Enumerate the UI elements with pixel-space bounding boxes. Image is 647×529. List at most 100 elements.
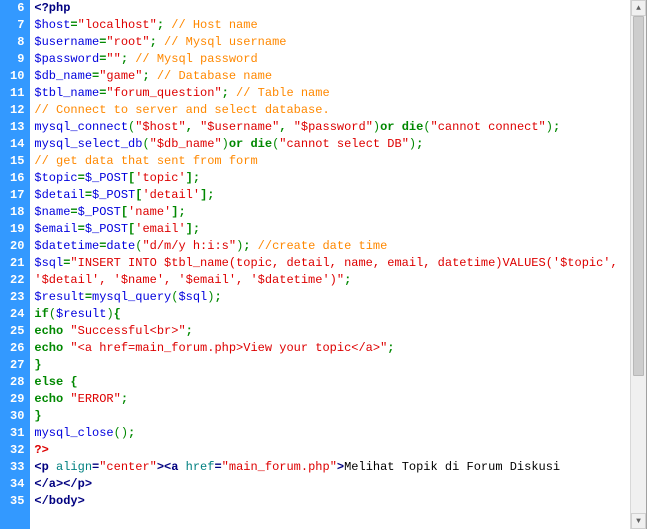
code-line[interactable]: echo "ERROR"; (34, 391, 630, 408)
line-number: 17 (10, 187, 24, 204)
token-var: $_POST (85, 222, 128, 236)
code-line[interactable]: $name=$_POST['name']; (34, 204, 630, 221)
code-line[interactable]: mysql_select_db("$db_name")or die("canno… (34, 136, 630, 153)
code-line[interactable]: </a></p> (34, 476, 630, 493)
line-number-gutter: 6789101112131415161718192021222324252627… (0, 0, 30, 529)
code-line[interactable]: $password=""; // Mysql password (34, 51, 630, 68)
token-str: "center" (99, 460, 157, 474)
token-op: = (85, 290, 92, 304)
token-semi: ; (178, 205, 185, 219)
code-line[interactable]: </body> (34, 493, 630, 510)
code-line[interactable]: ?> (34, 442, 630, 459)
line-number: 28 (10, 374, 24, 391)
token-semi: ; (186, 324, 193, 338)
code-line[interactable]: $result=mysql_query($sql); (34, 289, 630, 306)
token-semi: ; (222, 86, 229, 100)
line-number: 32 (10, 442, 24, 459)
token-attr: align (56, 460, 92, 474)
code-line[interactable]: $host="localhost"; // Host name (34, 17, 630, 34)
code-line[interactable]: mysql_close(); (34, 425, 630, 442)
token-str: "forum_question" (106, 86, 221, 100)
code-line[interactable]: // Connect to server and select database… (34, 102, 630, 119)
token-paren: ( (49, 307, 56, 321)
token-var: $db_name (34, 69, 92, 83)
token-str: "$username" (200, 120, 279, 134)
token-semi: ; (121, 392, 128, 406)
token-brack: ] (186, 222, 193, 236)
code-line[interactable]: // get data that sent from form (34, 153, 630, 170)
token-semi: ; (193, 222, 200, 236)
token-semi: ; (207, 188, 214, 202)
token-semi: ; (553, 120, 560, 134)
code-line[interactable]: echo "<a href=main_forum.php>View your t… (34, 340, 630, 357)
code-line[interactable]: $email=$_POST['email']; (34, 221, 630, 238)
token-kw: else (34, 375, 63, 389)
code-line[interactable]: <?php (34, 0, 630, 17)
line-number: 16 (10, 170, 24, 187)
token-str: "<a href=main_forum.php>View your topic<… (70, 341, 387, 355)
token-var: $username (34, 35, 99, 49)
code-line[interactable]: echo "Successful<br>"; (34, 323, 630, 340)
line-number: 33 (10, 459, 24, 476)
token-php: ?> (34, 443, 48, 457)
scroll-up-arrow-icon[interactable]: ▲ (631, 0, 646, 16)
code-line[interactable]: if($result){ (34, 306, 630, 323)
token-semi: ; (344, 273, 351, 287)
code-line[interactable]: $topic=$_POST['topic']; (34, 170, 630, 187)
token-semi: ; (214, 290, 221, 304)
scroll-thumb[interactable] (633, 16, 644, 376)
scroll-track[interactable] (631, 16, 646, 513)
token-op: = (70, 18, 77, 32)
token-fn: mysql_select_db (34, 137, 142, 151)
line-number: 25 (10, 323, 24, 340)
token-cmt: // Host name (171, 18, 257, 32)
token-var: $topic (34, 171, 77, 185)
token-str: "" (106, 52, 120, 66)
token-brack: [ (121, 205, 128, 219)
code-line[interactable]: } (34, 357, 630, 374)
token-text (286, 120, 293, 134)
code-line[interactable]: $db_name="game"; // Database name (34, 68, 630, 85)
scroll-down-arrow-icon[interactable]: ▼ (631, 513, 646, 529)
token-kw: die (250, 137, 272, 151)
line-number: 30 (10, 408, 24, 425)
vertical-scrollbar[interactable]: ▲ ▼ (630, 0, 646, 529)
token-semi: ; (128, 426, 135, 440)
code-line[interactable]: $username="root"; // Mysql username (34, 34, 630, 51)
line-number: 9 (10, 51, 24, 68)
code-line[interactable]: } (34, 408, 630, 425)
code-line[interactable]: $tbl_name="forum_question"; // Table nam… (34, 85, 630, 102)
code-line[interactable]: <p align="center"><a href="main_forum.ph… (34, 459, 630, 476)
token-tag: = (214, 460, 221, 474)
code-line[interactable]: $detail=$_POST['detail']; (34, 187, 630, 204)
line-number: 24 (10, 306, 24, 323)
line-number: 8 (10, 34, 24, 51)
token-cmt: // Connect to server and select database… (34, 103, 329, 117)
token-paren: ( (423, 120, 430, 134)
token-text (395, 120, 402, 134)
code-line[interactable]: else { (34, 374, 630, 391)
code-line[interactable]: $datetime=date("d/m/y h:i:s"); //create … (34, 238, 630, 255)
line-number: 11 (10, 85, 24, 102)
token-var: $_POST (85, 171, 128, 185)
token-brack: ] (186, 171, 193, 185)
line-number: 10 (10, 68, 24, 85)
token-kw: echo (34, 324, 63, 338)
code-line[interactable]: mysql_connect("$host", "$username", "$pa… (34, 119, 630, 136)
token-str: '$detail', '$name', '$email', '$datetime… (34, 273, 344, 287)
token-var: $name (34, 205, 70, 219)
token-text (229, 86, 236, 100)
line-number: 22 (10, 272, 24, 289)
code-editor: 6789101112131415161718192021222324252627… (0, 0, 647, 529)
token-fn: mysql_query (92, 290, 171, 304)
token-var: $host (34, 18, 70, 32)
token-fn: date (106, 239, 135, 253)
line-number: 6 (10, 0, 24, 17)
code-line[interactable]: $sql="INSERT INTO $tbl_name(topic, detai… (34, 255, 630, 272)
code-line[interactable]: '$detail', '$name', '$email', '$datetime… (34, 272, 630, 289)
token-cmt: // Mysql username (164, 35, 286, 49)
token-str: "cannot connect" (431, 120, 546, 134)
token-str: "ERROR" (70, 392, 120, 406)
token-kw: die (402, 120, 424, 134)
code-area[interactable]: <?php$host="localhost"; // Host name$use… (30, 0, 630, 529)
